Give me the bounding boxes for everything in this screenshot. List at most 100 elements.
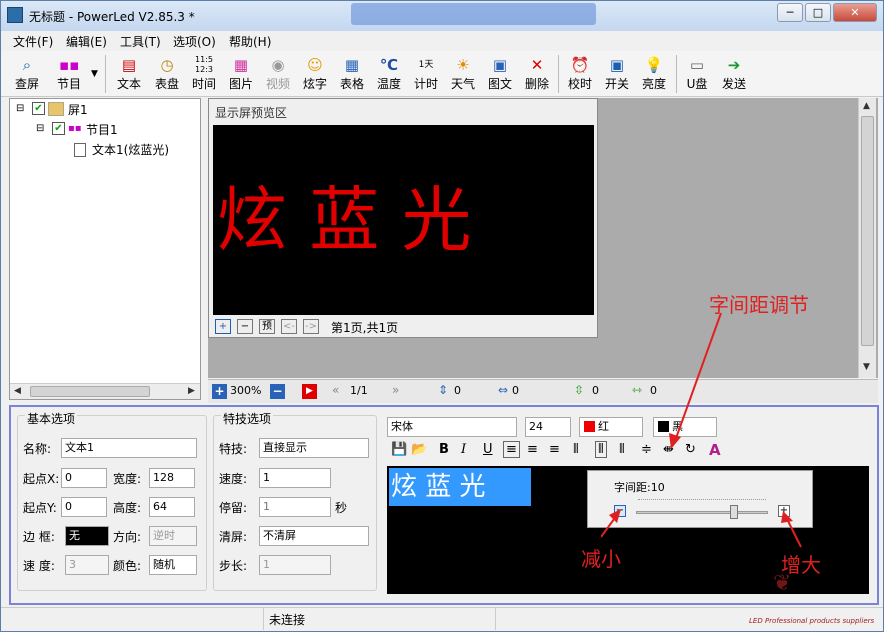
scroll-thumb[interactable] [30,386,150,397]
delete-icon: ✕ [530,56,544,74]
timer-icon: 1天 [418,60,434,70]
vertical-offset: 0 [454,384,461,397]
effect-speed-label: 速度: [219,472,248,486]
tool-timer[interactable]: 1天 计时 [406,53,446,95]
tool-weather[interactable]: ☀ 天气 [443,53,483,95]
maximize-button[interactable]: □ [805,3,831,22]
tool-text[interactable]: ▤ 文本 [109,53,149,95]
page-prev-button[interactable]: <- [281,319,297,334]
menu-options[interactable]: 选项(O) [173,33,216,50]
tool-image-text[interactable]: ▣ 图文 [480,53,520,95]
align-center-icon[interactable]: ≡ [527,442,538,457]
video-icon: ◉ [271,56,285,74]
play-icon[interactable]: ▶ [302,384,317,399]
checkbox-program[interactable]: ✔ [52,122,65,135]
scroll-up-icon[interactable]: ▲ [863,101,870,111]
minimize-button[interactable]: ─ [777,3,803,22]
color-label: 颜色: [113,559,142,573]
arrowhead [669,433,681,449]
underline-icon[interactable]: U [483,442,493,457]
collapse-icon[interactable]: ⊟ [36,123,44,134]
toolbar: ⌕ 查屏 ▪▪ 节目 ▼ ▤ 文本 ◷ 表盘 11:5 12:3 时间 ▦ 图片 ◉ 视频 ☺ 炫… [1,51,883,97]
menu-tools[interactable]: 工具(T) [120,33,161,50]
brightness-icon: 💡 [644,56,664,74]
window-title: 无标题 - PowerLed V2.85.3 * [29,10,195,24]
watermark: LED Professional products suppliers [749,617,875,625]
vertical-resize-icon[interactable]: ⇳ [574,383,584,397]
effect-select[interactable]: 直接显示 [259,438,369,458]
tool-flash-text[interactable]: ☺ 炫字 [295,53,335,95]
effect-speed-select[interactable]: 1 [259,468,331,488]
editor-selected-text[interactable]: 炫 蓝 光 [389,468,531,506]
tool-table[interactable]: ▦ 表格 [332,53,372,95]
status-bar: 未连接 LED Professional products suppliers [1,607,883,631]
tool-usb[interactable]: ▭ U盘 [677,53,717,95]
align-left-icon[interactable]: ≡ [503,441,520,458]
page-next-button[interactable]: -> [303,319,319,334]
preview-title: 显示屏预览区 [215,106,288,120]
arrowhead [609,509,621,523]
clear-select[interactable]: 不清屏 [259,526,369,546]
open-icon[interactable]: 📂 [411,442,427,457]
stay-input[interactable]: 1 [259,497,331,517]
name-input[interactable]: 文本1 [61,438,197,458]
italic-icon[interactable]: I [461,442,466,457]
menu-help[interactable]: 帮助(H) [229,33,271,50]
close-button[interactable]: ✕ [833,3,877,22]
y-input[interactable]: 0 [61,497,107,517]
vertical-move-icon[interactable]: ⇕ [438,383,448,397]
tool-program[interactable]: ▪▪ 节目 [49,53,89,95]
font-size-select[interactable]: 24 [525,417,571,437]
page-remove-button[interactable]: − [237,319,253,334]
color-swatch-red [584,421,595,432]
blurred-tab [351,3,596,25]
tree-text-label[interactable]: 文本1(炫蓝光) [92,141,169,158]
color-select[interactable]: 随机 [149,555,197,575]
tool-sync-time[interactable]: ⏰ 校时 [560,53,600,95]
page-add-button[interactable]: + [215,319,231,334]
checkbox-screen[interactable]: ✔ [32,102,45,115]
scroll-left-icon[interactable]: ◀ [14,386,21,396]
tool-temperature[interactable]: ℃ 温度 [369,53,409,95]
search-icon: ⌕ [22,56,32,74]
scroll-right-icon[interactable]: ▶ [188,386,195,396]
tool-send[interactable]: ➔ 发送 [714,53,754,95]
width-input[interactable]: 128 [149,468,195,488]
tool-picture[interactable]: ▦ 图片 [221,53,261,95]
tool-power[interactable]: ▣ 开关 [597,53,637,95]
step-select: 1 [259,555,331,575]
horizontal-move-icon[interactable]: ⇔ [498,383,508,397]
columns-icon[interactable]: ⦀ [573,442,579,457]
last-page-icon[interactable]: » [392,383,399,397]
first-page-icon[interactable]: « [332,383,339,397]
zoom-out-icon[interactable]: − [270,384,285,399]
logo-mark: ❦ [773,571,792,596]
height-input[interactable]: 64 [149,497,195,517]
table-icon: ▦ [344,56,360,74]
zoom-in-icon[interactable]: + [212,384,227,399]
tool-check-screen[interactable]: ⌕ 查屏 [7,53,47,95]
bold-icon[interactable]: B [439,442,449,457]
menu-file[interactable]: 文件(F) [13,33,53,50]
tree-program-label[interactable]: 节目1 [86,121,118,138]
page-preview-button[interactable]: 预 [259,319,275,334]
clock-icon: ◷ [160,56,174,74]
tool-brightness[interactable]: 💡 亮度 [634,53,674,95]
tool-time[interactable]: 11:5 12:3 时间 [184,53,224,95]
x-input[interactable]: 0 [61,468,107,488]
border-select[interactable]: 无 [65,526,109,546]
font-select[interactable]: 宋体 [387,417,517,437]
tool-delete[interactable]: ✕ 删除 [517,53,557,95]
menu-edit[interactable]: 编辑(E) [66,33,107,50]
width-label: 宽度: [113,472,142,486]
save-icon[interactable]: 💾 [391,442,407,457]
weather-icon: ☀ [456,56,470,74]
align-right-icon[interactable]: ≡ [549,442,560,457]
tree-hscrollbar[interactable]: ◀ ▶ [10,383,200,399]
program-dropdown-arrow[interactable]: ▼ [91,69,98,79]
tree-screen-label[interactable]: 屏1 [68,101,88,118]
tool-video: ◉ 视频 [265,56,290,91]
y-label: 起点Y: [23,501,57,515]
tool-clock[interactable]: ◷ 表盘 [147,53,187,95]
collapse-icon[interactable]: ⊟ [16,103,24,114]
